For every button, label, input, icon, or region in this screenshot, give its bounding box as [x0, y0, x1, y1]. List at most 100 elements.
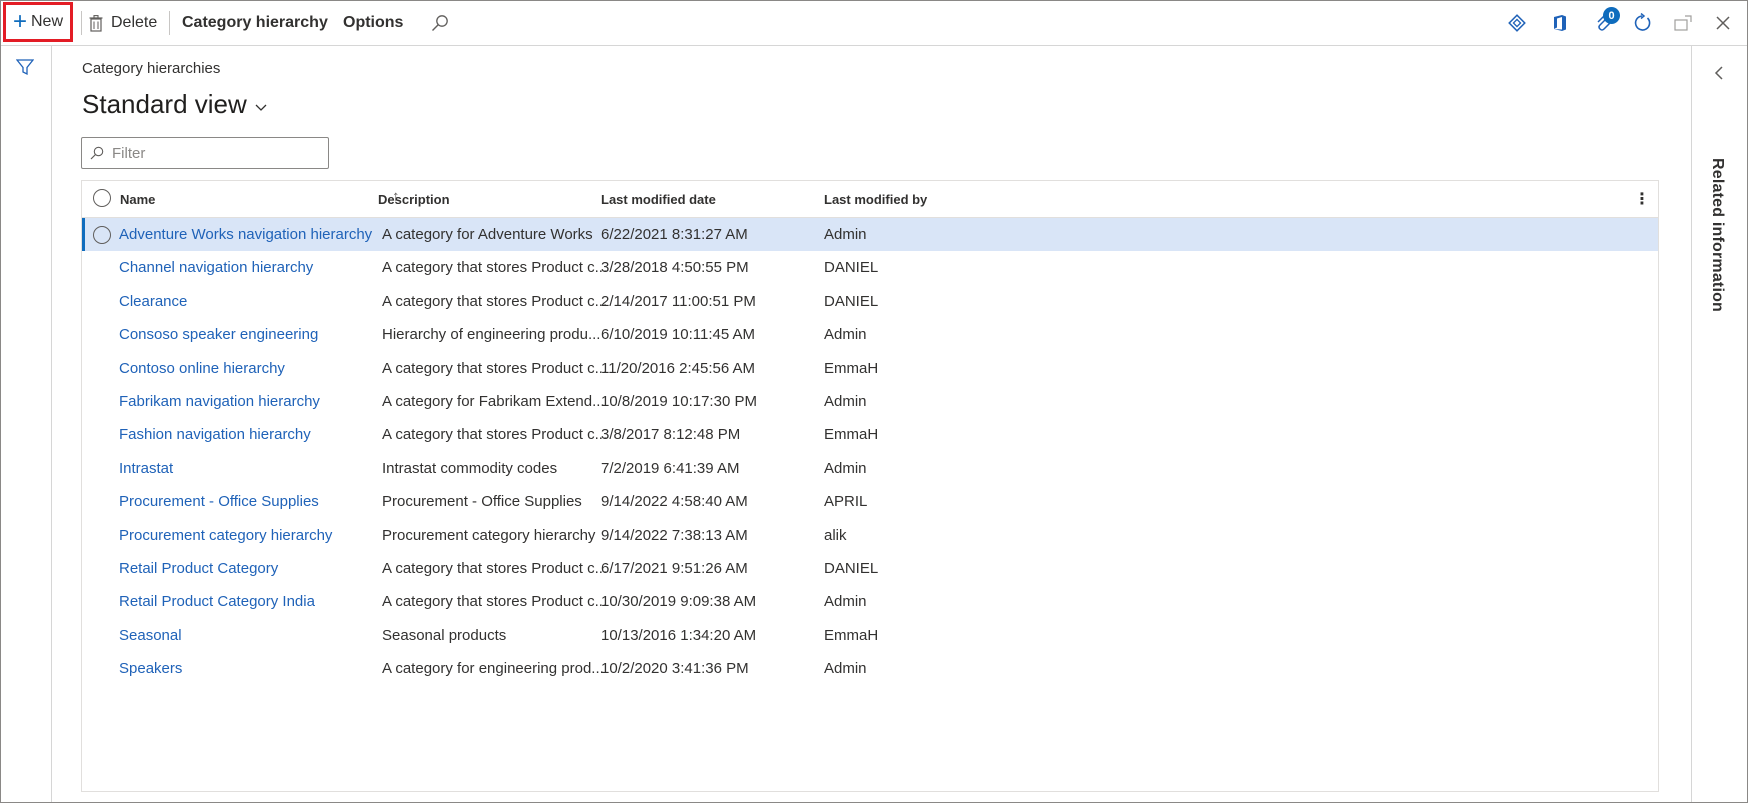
table-row[interactable]: Retail Product Category A category that s… — [82, 552, 1658, 585]
cell-description: A category that stores Product c... — [382, 259, 608, 277]
new-button-label: New — [31, 13, 64, 30]
attachment-count-badge: 0 — [1603, 7, 1620, 24]
options-label: Options — [343, 14, 404, 31]
table-row[interactable]: Channel navigation hierarchy A category t… — [82, 251, 1658, 284]
category-hierarchy-label: Category hierarchy — [182, 14, 328, 31]
new-button[interactable]: + New — [3, 2, 73, 42]
office-icon — [1554, 15, 1566, 31]
cell-last-modified-date: 6/17/2021 9:51:26 AM — [601, 560, 748, 577]
action-pane: + New Delete Category hierarchy Options — [1, 1, 1747, 46]
table-row[interactable]: Fabrikam navigation hierarchy A category … — [82, 385, 1658, 418]
delete-button[interactable]: Delete — [89, 1, 157, 45]
table-row[interactable]: Intrastat Intrastat commodity codes 7/2/20… — [82, 452, 1658, 485]
cell-last-modified-date: 9/14/2022 4:58:40 AM — [601, 493, 748, 511]
toolbar-divider — [169, 11, 170, 35]
cell-last-modified-by: EmmaH — [824, 626, 879, 644]
cell-last-modified-date: 3/8/2017 8:12:48 PM — [601, 426, 741, 444]
cell-description: A category that stores Product c... — [382, 292, 608, 310]
open-in-new-window-button[interactable] — [1673, 13, 1693, 33]
cell-last-modified-by: EmmaH — [824, 359, 879, 377]
table-row[interactable]: Speakers A category for engineering prod.… — [82, 652, 1658, 685]
filter-input[interactable] — [110, 143, 314, 163]
delete-button-label: Delete — [111, 14, 158, 31]
table-row[interactable]: Retail Product Category India A category … — [82, 585, 1658, 618]
cell-description: Procurement - Office Supplies — [382, 493, 582, 511]
cell-name[interactable]: Procurement - Office Supplies — [119, 493, 394, 510]
column-header-last-modified-date[interactable]: Last modified date — [601, 192, 716, 207]
cell-last-modified-date: 10/13/2016 1:34:20 AM — [601, 626, 757, 644]
cell-description: A category for Fabrikam Extend... — [382, 393, 605, 410]
cell-name[interactable]: Seasonal — [119, 627, 394, 644]
category-hierarchy-grid: Name ↑ Description Last modified date La… — [81, 180, 1659, 792]
cell-last-modified-by: Admin — [824, 660, 867, 678]
cell-last-modified-date: 9/14/2022 7:38:13 AM — [601, 526, 748, 544]
plus-icon: + — [12, 8, 27, 35]
column-header-name[interactable]: Name — [120, 192, 155, 207]
refresh-button[interactable] — [1632, 13, 1652, 33]
column-header-last-modified-by[interactable]: Last modified by — [824, 192, 927, 207]
table-row[interactable]: Seasonal Seasonal products 10/13/2016 1:34… — [82, 619, 1658, 652]
cell-last-modified-date: 6/10/2019 10:11:45 AM — [601, 326, 756, 344]
cell-last-modified-by: Admin — [824, 226, 867, 243]
search-button[interactable] — [431, 1, 449, 45]
table-row[interactable]: Clearance A category that stores Product … — [82, 285, 1658, 318]
table-row[interactable]: Consoso speaker engineering Hierarchy of … — [82, 318, 1658, 351]
view-selector[interactable]: Standard view — [82, 89, 267, 120]
table-row[interactable]: Procurement - Office Supplies Procurement… — [82, 485, 1658, 518]
office-button[interactable] — [1550, 13, 1570, 33]
table-row[interactable]: Fashion navigation hierarchy A category t… — [82, 418, 1658, 451]
cell-last-modified-date: 10/30/2019 9:09:38 AM — [601, 593, 757, 611]
table-row[interactable]: Procurement category hierarchy Procuremen… — [82, 519, 1658, 552]
cell-name[interactable]: Clearance — [119, 293, 394, 310]
chevron-left-icon[interactable] — [1714, 66, 1724, 80]
cell-last-modified-by: EmmaH — [824, 426, 879, 444]
cell-description: A category that stores Product c... — [382, 359, 608, 377]
cell-description: Intrastat commodity codes — [382, 459, 558, 477]
diamond-icon — [1508, 14, 1526, 32]
cell-description: A category for Adventure Works — [382, 226, 593, 243]
cell-name[interactable]: Intrastat — [119, 460, 394, 477]
cell-last-modified-by: Admin — [824, 326, 867, 344]
category-hierarchy-tab[interactable]: Category hierarchy — [182, 1, 328, 45]
cell-description: A category that stores Product c... — [382, 593, 608, 611]
more-vertical-icon[interactable]: ⋮ — [1634, 189, 1650, 209]
cell-last-modified-by: DANIEL — [824, 292, 879, 310]
cell-description: A category that stores Product c... — [382, 426, 608, 444]
cell-last-modified-date: 3/28/2018 4:50:55 PM — [601, 259, 749, 277]
options-tab[interactable]: Options — [343, 1, 403, 45]
close-button[interactable] — [1713, 13, 1733, 33]
filter-pane — [1, 46, 52, 802]
related-information-label[interactable]: Related information — [1708, 158, 1726, 312]
cell-name[interactable]: Consoso speaker engineering — [119, 326, 394, 343]
cell-name[interactable]: Retail Product Category — [119, 560, 394, 577]
cell-name[interactable]: Channel navigation hierarchy — [119, 259, 394, 276]
select-all-checkbox[interactable] — [93, 189, 111, 207]
table-row[interactable]: Contoso online hierarchy A category that … — [82, 352, 1658, 385]
cell-last-modified-date: 11/20/2016 2:45:56 AM — [601, 359, 756, 377]
row-select-checkbox[interactable] — [93, 226, 111, 244]
cell-description: Hierarchy of engineering produ... — [382, 326, 601, 344]
cell-name[interactable]: Fabrikam navigation hierarchy — [119, 393, 394, 410]
open-new-window-icon — [1674, 15, 1692, 31]
cell-last-modified-date: 6/22/2021 8:31:27 AM — [601, 226, 748, 243]
filter-icon[interactable] — [16, 58, 34, 76]
cell-name[interactable]: Retail Product Category India — [119, 593, 394, 610]
refresh-icon — [1634, 13, 1651, 31]
table-row[interactable]: Adventure Works navigation hierarchy A ca… — [82, 218, 1658, 251]
cell-name[interactable]: Adventure Works navigation hierarchy — [119, 226, 394, 243]
cell-name[interactable]: Procurement category hierarchy — [119, 527, 394, 544]
breadcrumb: Category hierarchies — [82, 60, 221, 77]
cell-description: Procurement category hierarchy — [382, 526, 596, 544]
filter-field[interactable] — [81, 137, 329, 169]
attachments-button[interactable]: 0 — [1593, 7, 1620, 33]
cell-name[interactable]: Contoso online hierarchy — [119, 360, 394, 377]
cell-name[interactable]: Speakers — [119, 660, 394, 677]
cell-last-modified-date: 7/2/2019 6:41:39 AM — [601, 459, 740, 477]
search-icon — [90, 146, 104, 160]
cell-last-modified-by: Admin — [824, 393, 867, 410]
cell-description: Seasonal products — [382, 626, 507, 644]
cell-name[interactable]: Fashion navigation hierarchy — [119, 426, 394, 443]
power-apps-button[interactable] — [1507, 13, 1527, 33]
cell-last-modified-by: APRIL — [824, 493, 868, 511]
column-header-description[interactable]: Description — [378, 192, 450, 207]
